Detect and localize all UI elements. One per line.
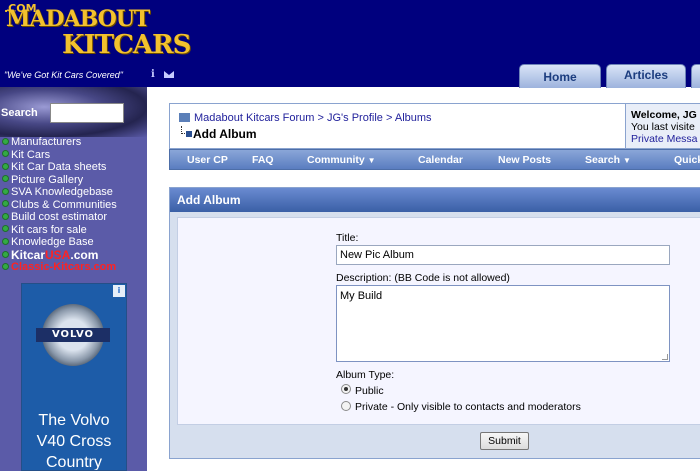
description-label: Description: (BB Code is not allowed) [336,272,510,284]
forum-home-icon[interactable] [179,113,190,122]
site-header: MADABOUT KITCARS .COM "We've Got Kit Car… [0,0,700,88]
breadcrumb-separator: > [317,112,324,124]
ad-info-icon[interactable]: i [113,285,125,297]
page-icon [186,131,192,137]
private-messages-link[interactable]: Private Messa [631,133,700,145]
resize-handle-icon[interactable] [662,354,668,360]
sidebar-nav: Manufacturers Kit Cars Kit Car Data shee… [0,136,117,274]
volvo-advert[interactable]: i VOLVO The Volvo V40 Cross Country [21,283,127,471]
kitcar-usa-part3: .com [70,247,99,262]
chevron-down-icon: ▼ [622,156,631,165]
sidebar-item-kitcar-usa[interactable]: KitcarUSA.com [0,249,117,262]
nav-quick-links[interactable]: Quick [674,154,700,166]
nav-community[interactable]: Community ▼ [307,154,376,166]
private-radio[interactable] [341,401,351,411]
breadcrumb-albums-link[interactable]: Albums [395,112,432,124]
sidebar-item-kit-cars[interactable]: Kit Cars [0,149,117,162]
tab-articles[interactable]: Articles [606,64,686,88]
sidebar-item-for-sale[interactable]: Kit cars for sale [0,224,117,237]
logo-word-kitcars: KITCARS [62,30,191,60]
search-input[interactable] [50,103,124,123]
nav-search-label: Search [585,154,621,166]
album-description-textarea[interactable]: My Build [336,285,670,362]
nav-calendar[interactable]: Calendar [418,154,463,166]
add-album-panel: Add Album Title: Description: (BB Code i… [169,187,700,459]
bullet-icon [2,225,9,233]
sidebar-item-clubs[interactable]: Clubs & Communities [0,199,117,212]
chevron-down-icon: ▼ [367,156,376,165]
nav-community-label: Community [307,154,365,166]
sidebar-item-label: Classic-Kitcars.com [11,261,117,273]
kitcar-usa-part1: Kitcar [11,247,46,262]
sidebar-item-label: Kit Car Data sheets [11,161,107,173]
sidebar: Search Manufacturers Kit Cars Kit Car Da… [0,87,147,471]
bullet-icon [2,150,9,158]
kitcar-usa-part2: USA [45,247,71,262]
add-album-form: Title: Description: (BB Code is not allo… [177,217,700,425]
sidebar-item-picture-gallery[interactable]: Picture Gallery [0,174,117,187]
logo-word-madabout: MADABOUT [6,6,150,32]
welcome-text: Welcome, JG [631,109,697,121]
breadcrumb-separator: > [385,112,393,124]
nav-new-posts[interactable]: New Posts [498,154,551,166]
breadcrumb-box: Madabout Kitcars Forum > JG's Profile > … [169,103,700,149]
site-logo[interactable]: MADABOUT KITCARS .COM [4,2,191,64]
sidebar-item-label: SVA Knowledgebase [11,186,113,198]
sidebar-item-data-sheets[interactable]: Kit Car Data sheets [0,161,117,174]
sidebar-item-label: Clubs & Communities [11,198,117,211]
nav-faq[interactable]: FAQ [252,154,274,166]
bullet-icon [2,200,9,208]
bullet-icon [2,237,9,245]
breadcrumb: Madabout Kitcars Forum > JG's Profile > … [179,112,432,124]
ad-line: Country [45,454,103,471]
tagline: "We've Got Kit Cars Covered" [4,70,123,80]
bullet-icon [2,162,9,170]
album-type-label: Album Type: [336,369,395,381]
sidebar-item-label: Picture Gallery [11,173,84,186]
breadcrumb-forum-link[interactable]: Madabout Kitcars Forum [194,112,314,124]
bullet-icon [2,137,9,145]
sidebar-item-classic-kitcars[interactable]: Classic-Kitcars.com [0,261,117,274]
sidebar-item-label: Kit cars for sale [11,223,87,236]
mail-icon[interactable] [164,71,174,78]
breadcrumb-profile-link[interactable]: JG's Profile [327,112,383,124]
description-value: My Build [340,290,383,302]
sidebar-item-label: Build cost estimator [11,211,107,223]
album-title-input[interactable] [336,245,670,265]
nav-user-cp[interactable]: User CP [187,154,228,166]
bullet-icon [2,187,9,195]
panel-title: Add Album [170,188,700,212]
last-visit-text: You last visite [631,121,695,133]
info-icon[interactable]: i [151,69,155,80]
sidebar-item-build-cost[interactable]: Build cost estimator [0,211,117,224]
sidebar-item-manufacturers[interactable]: Manufacturers [0,136,117,149]
nav-search[interactable]: Search ▼ [585,154,631,166]
public-radio-label[interactable]: Public [355,385,384,397]
private-radio-label[interactable]: Private - Only visible to contacts and m… [355,401,581,413]
bullet-icon [2,175,9,183]
sidebar-item-label: Kit Cars [11,148,51,161]
ad-line: V40 Cross [36,433,112,450]
ad-text: The Volvo V40 Cross Country [22,410,126,471]
welcome-panel: Welcome, JG You last visite Private Mess… [625,104,700,148]
tab-home[interactable]: Home [519,64,601,88]
forum-navbar: User CP FAQ Community ▼ Calendar New Pos… [169,149,700,170]
search-label: Search [1,107,38,119]
sidebar-item-label: Manufacturers [11,136,82,148]
tab-more[interactable] [691,64,700,88]
sidebar-item-label: Knowledge Base [11,236,94,248]
bullet-icon [2,212,9,220]
bullet-icon [2,262,9,270]
sidebar-item-sva-knowledgebase[interactable]: SVA Knowledgebase [0,186,117,199]
submit-button[interactable]: Submit [480,432,529,450]
public-radio[interactable] [341,384,351,394]
ad-line: The Volvo [38,412,110,429]
bullet-icon [2,251,9,259]
page-title: Add Album [193,127,257,141]
title-label: Title: [336,232,359,244]
volvo-brand-text: VOLVO [36,328,110,342]
